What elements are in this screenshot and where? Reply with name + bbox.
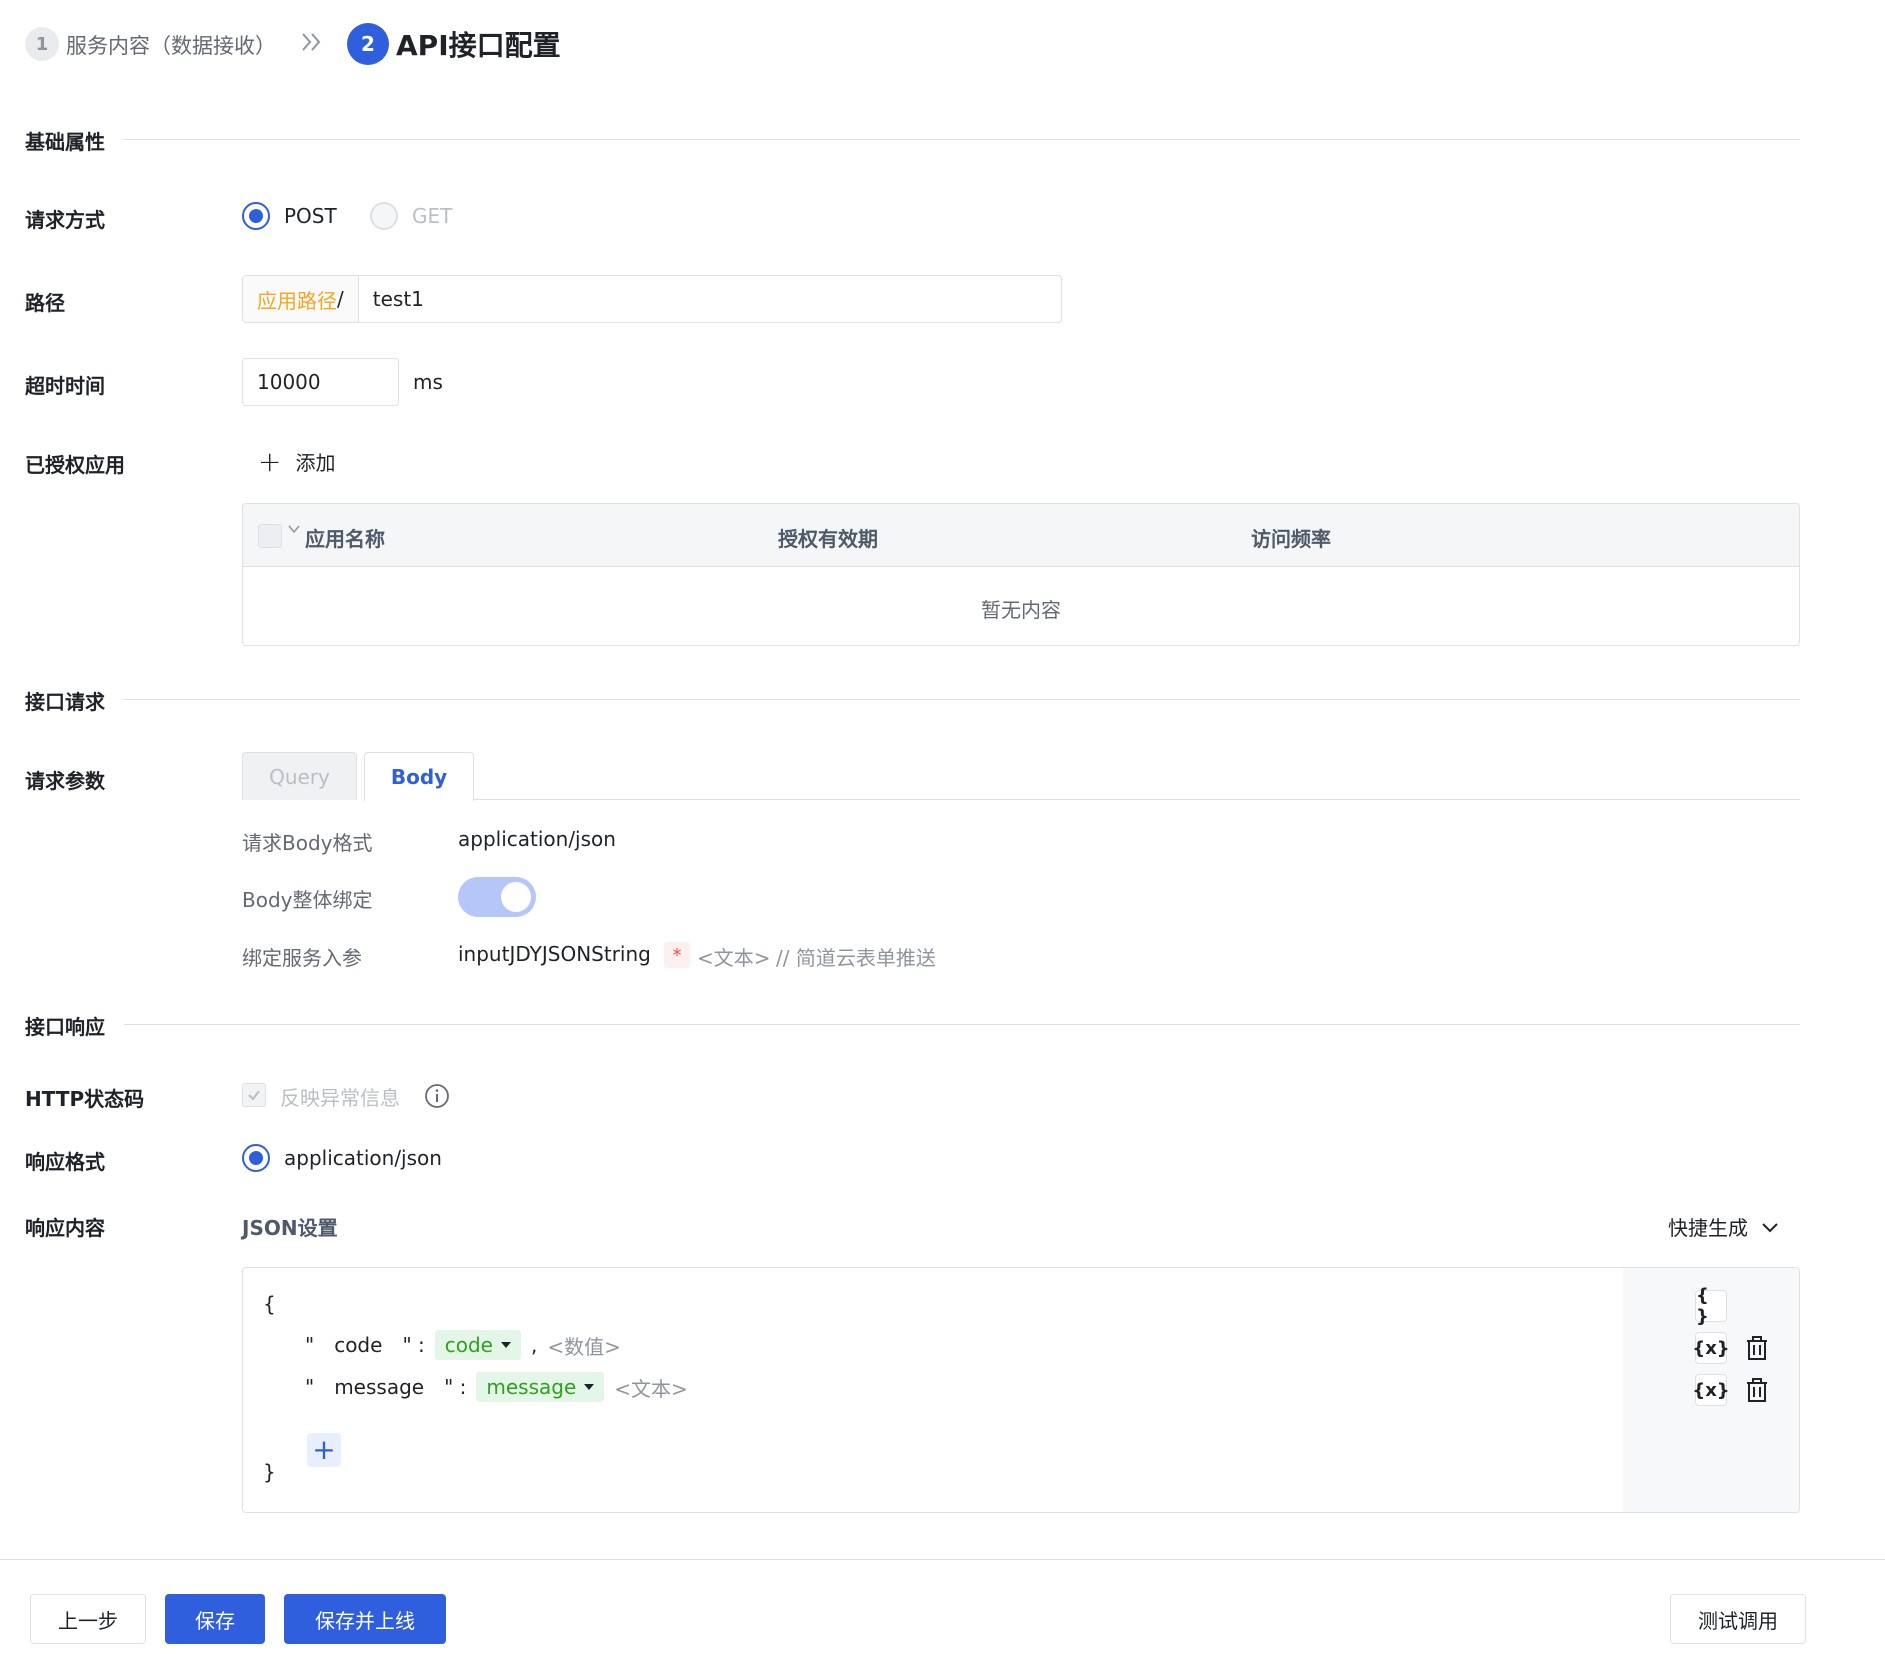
path-label: 路径	[25, 291, 65, 315]
json-type: <数值>	[547, 1334, 621, 1359]
timeout-unit: ms	[413, 370, 443, 394]
radio-post-label[interactable]: POST	[284, 204, 337, 228]
info-icon[interactable]	[424, 1083, 450, 1109]
table-empty-text: 暂无内容	[981, 598, 1061, 622]
quote-colon: " :	[444, 1375, 467, 1399]
bind-param-comment: // 简道云表单推送	[776, 946, 936, 970]
timeout-input[interactable]: 10000	[242, 358, 399, 406]
bind-param-name: inputJDYJSONString	[458, 942, 651, 966]
add-app-label: 添加	[295, 451, 336, 475]
json-value-text: code	[444, 1333, 493, 1357]
variable-icon[interactable]: {x}	[1692, 1332, 1730, 1364]
section-request-title: 接口请求	[25, 690, 105, 714]
path-field[interactable]: 应用路径 / test1	[242, 275, 1062, 323]
section-divider	[124, 1024, 1800, 1025]
chevron-down-icon[interactable]	[287, 522, 301, 536]
table-header: 应用名称 授权有效期 访问频率	[243, 504, 1799, 567]
tab-query[interactable]: Query	[242, 752, 357, 800]
step-1-number: 1	[25, 27, 59, 61]
radio-post[interactable]	[242, 202, 270, 230]
response-format-label: 响应格式	[25, 1150, 105, 1174]
step-2-number: 2	[347, 23, 389, 65]
path-prefix-slash: /	[337, 287, 344, 311]
json-side-actions: { } {x} {x}	[1623, 1268, 1799, 1512]
select-all-checkbox[interactable]	[258, 524, 282, 548]
path-input[interactable]: test1	[359, 287, 424, 311]
plus-icon: +	[258, 444, 282, 478]
test-call-button[interactable]: 测试调用	[1670, 1594, 1806, 1644]
step-1-label[interactable]: 服务内容（数据接收）	[66, 30, 276, 60]
quote-open: "	[305, 1375, 315, 1399]
trash-icon[interactable]	[1743, 1334, 1771, 1362]
timeout-label: 超时时间	[25, 374, 105, 398]
http-status-label: HTTP状态码	[25, 1087, 145, 1111]
json-type: <文本>	[614, 1376, 688, 1401]
radio-response-json-label[interactable]: application/json	[284, 1146, 442, 1170]
path-prefix-text: 应用路径	[257, 288, 337, 313]
json-comma: ,	[530, 1333, 538, 1357]
section-divider	[124, 699, 1800, 700]
footer-divider	[0, 1559, 1885, 1560]
column-frequency: 访问频率	[1251, 527, 1331, 551]
check-icon	[248, 1090, 260, 1101]
params-label: 请求参数	[25, 769, 105, 793]
variable-icon[interactable]: {x}	[1692, 1374, 1730, 1406]
reflect-error-checkbox[interactable]	[242, 1083, 266, 1107]
body-bind-label: Body整体绑定	[242, 888, 373, 912]
double-chevron-right-icon	[302, 33, 321, 51]
column-validity: 授权有效期	[778, 527, 878, 551]
section-basic-title: 基础属性	[25, 130, 105, 154]
bind-param-type: <文本>	[697, 946, 771, 970]
quote-open: "	[305, 1333, 315, 1357]
column-app-name: 应用名称	[305, 527, 385, 551]
radio-get-label[interactable]: GET	[412, 204, 452, 228]
json-key[interactable]: code	[334, 1333, 382, 1357]
step-2-label: API接口配置	[396, 29, 561, 62]
json-value-text: message	[486, 1375, 577, 1399]
json-field-row: " message " : message <文本>	[305, 1372, 688, 1402]
body-format-label: 请求Body格式	[242, 831, 373, 855]
auth-apps-table: 应用名称 授权有效期 访问频率 暂无内容	[242, 503, 1800, 646]
json-field-row: " code " : code , <数值>	[305, 1330, 621, 1360]
section-divider	[124, 139, 1800, 140]
quick-generate-label: 快捷生成	[1668, 1216, 1748, 1240]
response-content-label: 响应内容	[25, 1216, 105, 1240]
required-marker: *	[664, 942, 690, 968]
quote-colon: " :	[402, 1333, 425, 1357]
chevron-down-icon	[1762, 1222, 1778, 1232]
json-open-brace: {	[263, 1292, 276, 1316]
method-label: 请求方式	[25, 208, 105, 232]
object-icon[interactable]: { }	[1695, 1285, 1727, 1327]
body-format-value: application/json	[458, 827, 616, 851]
caret-down-icon	[500, 1342, 511, 1348]
json-add-field-button[interactable]: +	[307, 1433, 341, 1467]
quick-generate-dropdown[interactable]: 快捷生成	[1668, 1212, 1780, 1241]
trash-icon[interactable]	[1743, 1376, 1771, 1404]
radio-get[interactable]	[370, 202, 398, 230]
prev-step-button[interactable]: 上一步	[30, 1594, 146, 1644]
body-bind-toggle[interactable]	[458, 877, 536, 917]
path-prefix: 应用路径 /	[243, 276, 359, 322]
caret-down-icon	[584, 1384, 595, 1390]
save-and-publish-button[interactable]: 保存并上线	[284, 1594, 446, 1644]
tab-divider	[474, 799, 1800, 800]
json-editor: { " code " : code , <数值> " message " : m…	[242, 1267, 1800, 1513]
add-app-button[interactable]: + 添加	[258, 447, 335, 476]
reflect-error-label: 反映异常信息	[280, 1086, 400, 1110]
bind-param-label: 绑定服务入参	[242, 946, 362, 970]
json-value-select[interactable]: message	[476, 1372, 605, 1402]
auth-apps-label: 已授权应用	[25, 453, 125, 477]
json-key[interactable]: message	[334, 1375, 424, 1399]
json-close-brace: }	[263, 1460, 276, 1484]
json-settings-label: JSON设置	[242, 1216, 338, 1240]
radio-response-json[interactable]	[242, 1144, 270, 1172]
tab-body[interactable]: Body	[364, 752, 474, 801]
save-button[interactable]: 保存	[165, 1594, 265, 1644]
json-value-select[interactable]: code	[434, 1330, 521, 1360]
section-response-title: 接口响应	[25, 1015, 105, 1039]
